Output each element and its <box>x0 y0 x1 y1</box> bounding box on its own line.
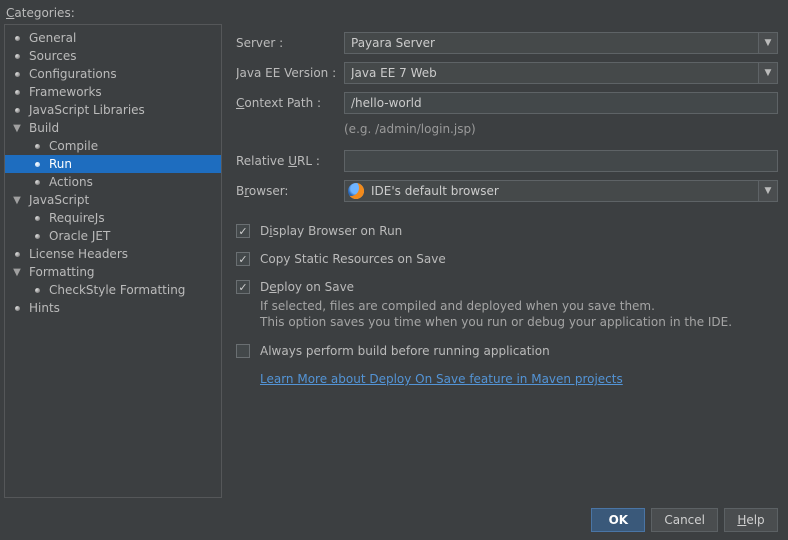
display-browser-checkbox[interactable]: Display Browser on Run <box>236 224 778 238</box>
tree-item-javascript-libraries[interactable]: JavaScript Libraries <box>5 101 221 119</box>
always-build-checkbox[interactable]: Always perform build before running appl… <box>236 344 778 358</box>
chevron-down-icon: ▼ <box>11 267 23 278</box>
categories-label: Categories: <box>4 4 784 24</box>
chevron-down-icon[interactable]: ▼ <box>758 62 778 84</box>
server-input[interactable] <box>344 32 778 54</box>
chevron-down-icon: ▼ <box>11 195 23 206</box>
tree-item-actions[interactable]: Actions <box>5 173 221 191</box>
checkbox-icon <box>236 280 250 294</box>
browser-input[interactable] <box>344 180 778 202</box>
firefox-icon <box>348 183 364 199</box>
bullet-icon <box>31 144 43 149</box>
deploy-on-save-note: If selected, files are compiled and depl… <box>260 298 778 330</box>
browser-combo[interactable]: ▼ <box>344 180 778 202</box>
learn-more-link[interactable]: Learn More about Deploy On Save feature … <box>260 372 623 386</box>
bullet-icon <box>11 36 23 41</box>
bullet-icon <box>31 288 43 293</box>
categories-tree[interactable]: General Sources Configurations Frameworks Ja… <box>4 24 222 498</box>
run-config-form: Server : ▼ Java EE Version : ▼ Context P… <box>236 24 784 498</box>
bullet-icon <box>31 162 43 167</box>
tree-item-label: Formatting <box>29 265 95 279</box>
tree-item-label: RequireJs <box>49 211 105 225</box>
deploy-on-save-checkbox[interactable]: Deploy on Save <box>236 280 778 294</box>
tree-item-label: License Headers <box>29 247 128 261</box>
tree-item-label: Sources <box>29 49 76 63</box>
tree-item-label: Build <box>29 121 59 135</box>
tree-item-formatting[interactable]: ▼ Formatting <box>5 263 221 281</box>
copy-static-label: Copy Static Resources on Save <box>260 252 446 266</box>
tree-item-label: Run <box>49 157 72 171</box>
tree-item-frameworks[interactable]: Frameworks <box>5 83 221 101</box>
tree-item-checkstyle-formatting[interactable]: CheckStyle Formatting <box>5 281 221 299</box>
tree-item-configurations[interactable]: Configurations <box>5 65 221 83</box>
relative-url-label: Relative URL : <box>236 154 344 168</box>
tree-item-label: General <box>29 31 76 45</box>
context-path-hint: (e.g. /admin/login.jsp) <box>344 118 778 146</box>
server-label: Server : <box>236 36 344 50</box>
tree-item-label: JavaScript <box>29 193 89 207</box>
context-path-label: Context Path : <box>236 96 344 110</box>
cancel-button[interactable]: Cancel <box>651 508 718 532</box>
bullet-icon <box>31 180 43 185</box>
context-path-input[interactable] <box>344 92 778 114</box>
tree-item-javascript[interactable]: ▼ JavaScript <box>5 191 221 209</box>
javaee-combo[interactable]: ▼ <box>344 62 778 84</box>
always-build-label: Always perform build before running appl… <box>260 344 550 358</box>
server-combo[interactable]: ▼ <box>344 32 778 54</box>
tree-item-label: Frameworks <box>29 85 102 99</box>
tree-item-compile[interactable]: Compile <box>5 137 221 155</box>
dialog-buttons: OK Cancel Help <box>4 498 784 540</box>
tree-item-hints[interactable]: Hints <box>5 299 221 317</box>
bullet-icon <box>11 108 23 113</box>
tree-item-sources[interactable]: Sources <box>5 47 221 65</box>
javaee-label: Java EE Version : <box>236 66 344 80</box>
bullet-icon <box>11 72 23 77</box>
bullet-icon <box>11 90 23 95</box>
ok-button[interactable]: OK <box>591 508 645 532</box>
tree-item-label: Oracle JET <box>49 229 110 243</box>
copy-static-checkbox[interactable]: Copy Static Resources on Save <box>236 252 778 266</box>
javaee-input[interactable] <box>344 62 778 84</box>
tree-item-label: CheckStyle Formatting <box>49 283 185 297</box>
tree-item-label: Actions <box>49 175 93 189</box>
tree-item-label: Configurations <box>29 67 117 81</box>
relative-url-input[interactable] <box>344 150 778 172</box>
deploy-on-save-label: Deploy on Save <box>260 280 354 294</box>
tree-item-general[interactable]: General <box>5 29 221 47</box>
tree-item-build[interactable]: ▼ Build <box>5 119 221 137</box>
browser-label: Browser: <box>236 184 344 198</box>
help-button[interactable]: Help <box>724 508 778 532</box>
bullet-icon <box>11 54 23 59</box>
display-browser-label: Display Browser on Run <box>260 224 402 238</box>
chevron-down-icon[interactable]: ▼ <box>758 32 778 54</box>
chevron-down-icon: ▼ <box>11 123 23 134</box>
tree-item-requirejs[interactable]: RequireJs <box>5 209 221 227</box>
tree-item-license-headers[interactable]: License Headers <box>5 245 221 263</box>
tree-item-oracle-jet[interactable]: Oracle JET <box>5 227 221 245</box>
chevron-down-icon[interactable]: ▼ <box>758 180 778 202</box>
bullet-icon <box>11 306 23 311</box>
checkbox-icon <box>236 252 250 266</box>
bullet-icon <box>31 216 43 221</box>
tree-item-label: JavaScript Libraries <box>29 103 145 117</box>
checkbox-icon <box>236 224 250 238</box>
checkbox-icon <box>236 344 250 358</box>
tree-item-run[interactable]: Run <box>5 155 221 173</box>
tree-item-label: Compile <box>49 139 98 153</box>
bullet-icon <box>11 252 23 257</box>
bullet-icon <box>31 234 43 239</box>
tree-item-label: Hints <box>29 301 60 315</box>
